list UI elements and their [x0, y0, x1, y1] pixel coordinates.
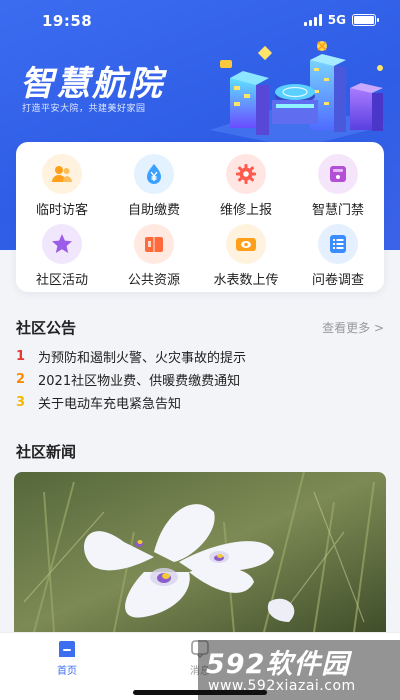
news-image[interactable]	[14, 472, 386, 632]
iris-flower-photo	[14, 472, 386, 632]
network-label: 5G	[327, 13, 346, 27]
watermark-logo: 592软件园	[206, 649, 350, 680]
action-activities[interactable]: 社区活动	[16, 220, 108, 290]
quick-actions-card: 临时访客 自助缴费 维修上报 智慧门禁 社区活动 公共资源 水表数上传 问卷调查	[16, 142, 384, 292]
action-label: 临时访客	[35, 203, 88, 218]
action-label: 水表数上传	[213, 273, 279, 288]
tab-label: 首页	[57, 666, 77, 677]
action-payment[interactable]: 自助缴费	[108, 150, 200, 220]
notice-text: 2021社区物业费、供暖费缴费通知	[38, 374, 241, 389]
signal-icon	[303, 14, 322, 26]
view-more-link[interactable]: 查看更多 >	[322, 319, 384, 336]
battery-icon	[352, 14, 379, 26]
action-label: 智慧门禁	[311, 203, 364, 218]
book-resource-icon	[134, 224, 174, 264]
tab-home[interactable]: 首页	[37, 639, 97, 677]
action-visitor[interactable]: 临时访客	[16, 150, 108, 220]
notice-text: 为预防和遏制火警、火灾事故的提示	[38, 351, 247, 366]
action-survey[interactable]: 问卷调查	[292, 220, 384, 290]
notice-item[interactable]: 1 为预防和遏制火警、火灾事故的提示	[16, 345, 386, 368]
access-door-icon	[318, 154, 358, 194]
app-slogan: 打造平安大院，共建美好家园	[22, 104, 146, 114]
meter-icon	[226, 224, 266, 264]
notices-title: 社区公告	[16, 319, 77, 337]
action-public-resources[interactable]: 公共资源	[108, 220, 200, 290]
notice-number: 2	[16, 372, 26, 387]
survey-list-icon	[318, 224, 358, 264]
action-access-control[interactable]: 智慧门禁	[292, 150, 384, 220]
notice-item[interactable]: 3 关于电动车充电紧急告知	[16, 391, 386, 414]
star-activity-icon	[42, 224, 82, 264]
smart-city-illustration	[210, 41, 385, 148]
action-meter-upload[interactable]: 水表数上传	[200, 220, 292, 290]
notice-item[interactable]: 2 2021社区物业费、供暖费缴费通知	[16, 368, 386, 391]
action-label: 问卷调查	[311, 273, 364, 288]
action-label: 公共资源	[127, 273, 180, 288]
action-label: 社区活动	[35, 273, 88, 288]
news-title: 社区新闻	[16, 443, 77, 461]
notice-number: 1	[16, 349, 26, 364]
home-icon	[59, 641, 75, 657]
notice-text: 关于电动车充电紧急告知	[38, 397, 182, 412]
app-title: 智慧航院	[20, 64, 164, 104]
action-label: 自助缴费	[127, 203, 180, 218]
visitor-icon	[42, 154, 82, 194]
action-repair[interactable]: 维修上报	[200, 150, 292, 220]
notice-number: 3	[16, 395, 26, 410]
repair-gear-icon	[226, 154, 266, 194]
status-time: 19:58	[42, 12, 93, 30]
action-label: 维修上报	[219, 203, 272, 218]
yen-payment-icon	[134, 154, 174, 194]
home-indicator	[133, 690, 267, 695]
status-indicators: 5G	[303, 13, 379, 27]
quick-actions-grid: 临时访客 自助缴费 维修上报 智慧门禁 社区活动 公共资源 水表数上传 问卷调查	[16, 150, 384, 290]
notice-list: 1 为预防和遏制火警、火灾事故的提示 2 2021社区物业费、供暖费缴费通知 3…	[16, 345, 386, 414]
